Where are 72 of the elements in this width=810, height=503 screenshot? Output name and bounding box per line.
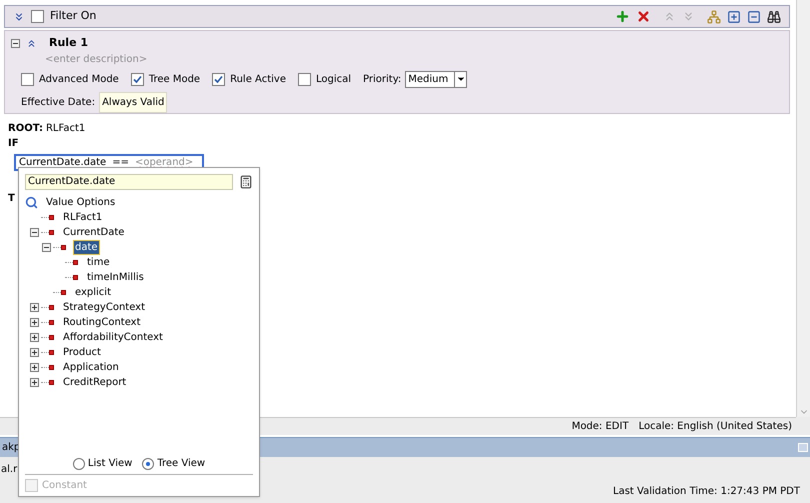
node-icon [49,380,54,385]
node-icon [49,350,54,355]
tree-item[interactable]: CreditReport [62,376,128,389]
expand-icon[interactable] [30,303,39,312]
check-icon [214,74,224,84]
filter-label: Filter On [50,8,96,24]
tree-title: Value Options [46,196,116,210]
checkbox[interactable] [298,72,311,86]
checkbox[interactable] [21,72,34,86]
radio-button[interactable] [142,458,154,470]
effective-date-field[interactable]: Always Valid [99,92,168,112]
tree-item[interactable]: date [74,241,99,254]
node-icon [73,260,78,265]
radio-label: Tree View [157,457,206,471]
if-label: IF [8,137,20,151]
locale-status: Locale: English (United States) [638,420,792,434]
tree-item[interactable]: timeInMillis [86,271,145,284]
node-icon [49,215,54,220]
node-icon [49,365,54,370]
priority-label: Priority: [363,72,402,86]
priority-dropdown[interactable]: Medium [405,70,468,88]
expand-icon[interactable] [30,348,39,357]
node-icon [61,245,66,250]
mode-status: Mode: EDIT [572,420,629,434]
effective-date-label: Effective Date: [21,96,96,110]
expand-icon[interactable] [30,378,39,387]
tree-item[interactable]: Product [62,346,102,359]
expand-all-icon[interactable] [727,10,741,24]
validation-time: Last Validation Time: 1:27:43 PM PDT [613,484,800,498]
node-icon [49,320,54,325]
then-label: T [8,192,15,206]
tree-item[interactable]: explicit [74,286,112,299]
tree-item[interactable]: StrategyContext [62,301,146,314]
tree-item[interactable]: CurrentDate [62,226,126,239]
collapse-icon[interactable] [11,38,20,48]
option-label: Logical [316,72,352,86]
option-label: Rule Active [230,72,286,86]
tree-item[interactable]: AffordabilityContext [62,331,164,344]
value-field[interactable]: CurrentDate.date [25,174,233,190]
expand-icon[interactable] [30,318,39,327]
root-label: ROOT: [8,122,43,136]
checkbox[interactable] [130,72,144,86]
constant-label: Constant [42,479,87,493]
collapse-box-icon[interactable] [747,10,761,24]
radio-label: List View [88,457,132,471]
tree-item[interactable]: Application [62,361,120,374]
node-icon [49,230,54,235]
checkbox[interactable] [212,72,226,86]
expand-icon[interactable] [30,333,39,342]
checkbox[interactable] [31,10,44,23]
row-text: al.r [1,462,18,476]
delete-icon[interactable] [636,9,651,24]
node-icon [73,275,78,280]
node-icon [49,335,54,340]
search-icon [25,196,38,209]
check-icon [132,74,142,84]
tree-item[interactable]: time [86,256,111,269]
tree-item[interactable]: RoutingContext [62,316,142,329]
option-label: Tree Mode [148,72,200,86]
root-value: RLFact1 [46,122,86,136]
collapse-icon[interactable] [30,228,39,237]
add-icon[interactable] [615,9,630,24]
scrollbar[interactable] [796,0,810,417]
collapse-icon[interactable] [42,243,51,252]
rule-title: Rule 1 [49,35,88,51]
option-label: Advanced Mode [39,72,119,86]
node-icon [61,290,66,295]
radio-button[interactable] [72,458,85,470]
binoculars-icon[interactable] [767,10,781,24]
tree-item[interactable]: RLFact1 [62,211,104,224]
node-icon [49,305,54,310]
expand-icon[interactable] [30,363,39,372]
